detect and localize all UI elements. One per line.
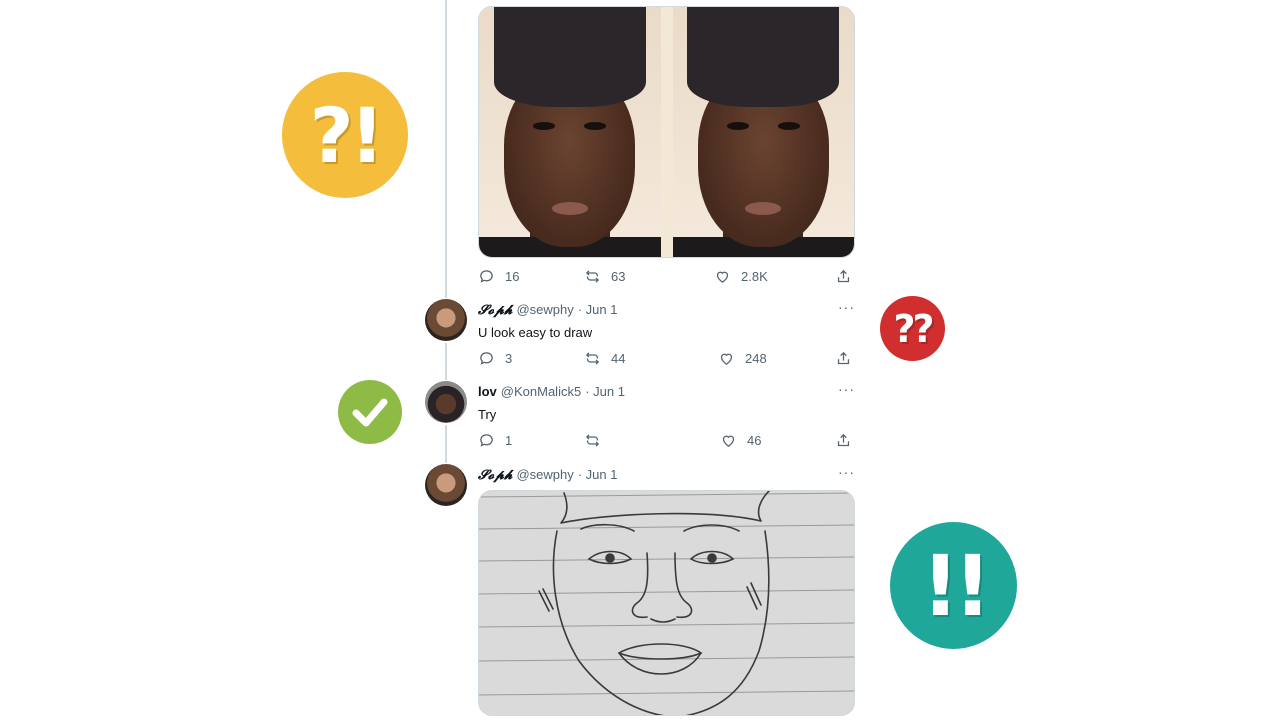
double-exclamation-badge: !!	[890, 522, 1017, 649]
like-button[interactable]: 2.8K	[714, 268, 768, 285]
retweet-button[interactable]	[584, 432, 611, 449]
timestamp[interactable]: · Jun 1	[578, 467, 618, 482]
handle[interactable]: @KonMalick5	[501, 384, 581, 399]
retweet-icon	[585, 270, 600, 283]
check-icon	[352, 398, 388, 427]
share-icon	[837, 351, 850, 365]
like-button[interactable]: 46	[720, 432, 761, 449]
handle[interactable]: @sewphy	[516, 302, 573, 317]
timestamp[interactable]: · Jun 1	[578, 302, 618, 317]
share-icon	[837, 269, 850, 283]
reply-count: 3	[505, 351, 513, 366]
reply-count: 1	[505, 433, 513, 448]
pencil-sketch	[479, 491, 854, 715]
more-options-icon[interactable]: ···	[838, 299, 855, 315]
like-count: 46	[747, 433, 762, 448]
interrobang-badge: ?!	[282, 72, 408, 198]
retweet-icon	[585, 352, 600, 365]
share-button[interactable]	[835, 350, 852, 367]
retweet-button[interactable]: 63	[584, 268, 625, 285]
thread-line-bottom	[445, 425, 447, 463]
retweet-count: 63	[611, 269, 626, 284]
timestamp[interactable]: · Jun 1	[585, 384, 625, 399]
retweet-button[interactable]: 44	[584, 350, 625, 367]
avatar-lov[interactable]	[425, 381, 467, 423]
reply-1-header: 𝓢𝓸𝓹𝓱 @sewphy · Jun 1	[478, 302, 617, 318]
share-button[interactable]	[835, 268, 852, 285]
handle[interactable]: @sewphy	[516, 467, 573, 482]
heart-icon	[722, 435, 735, 447]
avatar-soph[interactable]	[425, 464, 467, 506]
more-options-icon[interactable]: ···	[838, 381, 855, 397]
main-tweet-actions: 16 63 2.8K	[478, 268, 855, 288]
photo-left	[479, 7, 661, 257]
reply-button[interactable]: 3	[478, 350, 512, 367]
double-question-badge: ??	[880, 296, 945, 361]
share-icon	[837, 433, 850, 447]
like-count: 2.8K	[741, 269, 768, 284]
thread-line-top	[445, 0, 447, 298]
share-button[interactable]	[835, 432, 852, 449]
display-name[interactable]: 𝓢𝓸𝓹𝓱	[478, 303, 512, 318]
reply-1-text: U look easy to draw	[478, 325, 593, 340]
reply-icon	[480, 352, 493, 365]
avatar-soph[interactable]	[425, 299, 467, 341]
check-badge	[338, 380, 402, 444]
reply-1-actions: 3 44 248	[478, 350, 855, 370]
sketch-photo[interactable]	[478, 490, 855, 716]
reply-icon	[480, 270, 493, 283]
main-tweet-photo[interactable]	[478, 6, 855, 258]
reply-button[interactable]: 1	[478, 432, 512, 449]
heart-icon	[720, 353, 733, 365]
reply-2-text: Try	[478, 407, 497, 422]
more-options-icon[interactable]: ···	[838, 464, 855, 480]
reply-3-header: 𝓢𝓸𝓹𝓱 @sewphy · Jun 1	[478, 467, 617, 483]
like-count: 248	[745, 351, 767, 366]
like-button[interactable]: 248	[718, 350, 767, 367]
reply-count: 16	[505, 269, 520, 284]
reply-icon	[480, 434, 493, 447]
photo-right	[672, 7, 854, 257]
thread-line-middle	[445, 343, 447, 380]
display-name[interactable]: lov	[478, 384, 497, 399]
display-name[interactable]: 𝓢𝓸𝓹𝓱	[478, 468, 512, 483]
reply-button[interactable]: 16	[478, 268, 519, 285]
retweet-icon	[585, 434, 600, 447]
reply-2-actions: 1 46	[478, 432, 855, 452]
reply-2-header: lov @KonMalick5 · Jun 1	[478, 384, 625, 399]
heart-icon	[716, 271, 729, 283]
retweet-count: 44	[611, 351, 626, 366]
